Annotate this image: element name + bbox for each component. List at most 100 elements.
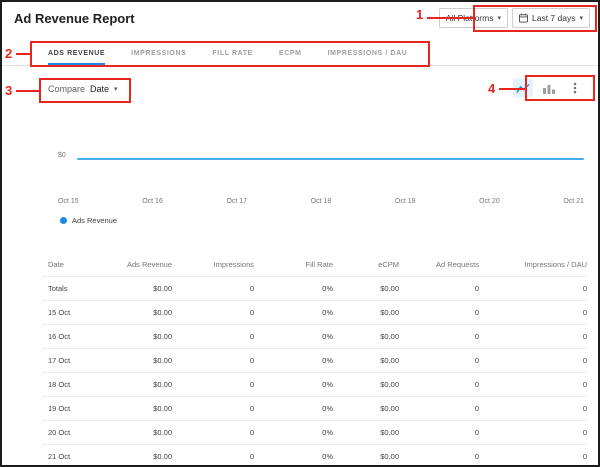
y-axis-tick-label: $0	[58, 152, 66, 159]
compare-dropdown[interactable]: Compare Date ▾	[48, 84, 118, 94]
cell-value: 0	[479, 277, 587, 301]
cell-value: 0	[172, 421, 254, 445]
chart-legend: Ads Revenue	[60, 216, 117, 225]
table-row: 21 Oct$0.0000%$0.0000	[42, 445, 587, 467]
x-tick-label: Oct 17	[226, 198, 247, 205]
cell-value: 0	[479, 373, 587, 397]
tab-impressions-dau[interactable]: IMPRESSIONS / DAU	[328, 42, 408, 65]
chevron-down-icon: ▾	[114, 86, 118, 93]
metrics-table: Date Ads Revenue Impressions Fill Rate e…	[42, 254, 587, 467]
tab-impressions[interactable]: IMPRESSIONS	[131, 42, 186, 65]
cell-value: 0	[172, 301, 254, 325]
cell-value: $0.00	[333, 301, 399, 325]
x-axis-labels: Oct 15 Oct 16 Oct 17 Oct 18 Oct 19 Oct 2…	[58, 198, 584, 205]
annotation-2-label: 2	[5, 47, 12, 60]
more-options-icon	[573, 82, 577, 94]
cell-date: Totals	[42, 277, 102, 301]
table-row: 19 Oct$0.0000%$0.0000	[42, 397, 587, 421]
cell-value: 0%	[254, 349, 333, 373]
more-options-button[interactable]	[565, 79, 585, 97]
legend-label: Ads Revenue	[72, 216, 117, 225]
x-tick-label: Oct 19	[395, 198, 416, 205]
calendar-icon	[519, 13, 528, 23]
cell-value: 0	[172, 373, 254, 397]
cell-value: $0.00	[102, 445, 172, 467]
cell-value: $0.00	[102, 349, 172, 373]
cell-value: 0%	[254, 445, 333, 467]
chevron-down-icon: ▾	[497, 15, 501, 22]
cell-date: 15 Oct	[42, 301, 102, 325]
compare-label: Compare	[48, 84, 85, 94]
table-row: 18 Oct$0.0000%$0.0000	[42, 373, 587, 397]
date-range-value: Last 7 days	[532, 13, 575, 23]
ads-revenue-series-line	[77, 158, 584, 160]
cell-date: 20 Oct	[42, 421, 102, 445]
cell-value: $0.00	[102, 277, 172, 301]
annotation-3-line	[16, 90, 39, 92]
cell-value: 0	[172, 397, 254, 421]
tab-ecpm[interactable]: ECPM	[279, 42, 302, 65]
cell-value: $0.00	[333, 421, 399, 445]
table-row: 20 Oct$0.0000%$0.0000	[42, 421, 587, 445]
cell-value: 0%	[254, 373, 333, 397]
cell-value: $0.00	[102, 301, 172, 325]
cell-value: 0	[479, 301, 587, 325]
column-header-ecpm: eCPM	[333, 254, 399, 277]
cell-value: $0.00	[333, 325, 399, 349]
ads-revenue-chart: $0 Oct 15 Oct 16 Oct 17 Oct 18 Oct 19 Oc…	[2, 106, 598, 241]
column-header-ad-requests: Ad Requests	[399, 254, 479, 277]
cell-value: 0%	[254, 421, 333, 445]
tab-ads-revenue[interactable]: ADS REVENUE	[48, 42, 105, 65]
annotation-4-line	[499, 88, 525, 90]
cell-value: 0	[172, 349, 254, 373]
x-tick-label: Oct 15	[58, 198, 79, 205]
table-row: 17 Oct$0.0000%$0.0000	[42, 349, 587, 373]
cell-value: $0.00	[102, 325, 172, 349]
cell-date: 16 Oct	[42, 325, 102, 349]
column-header-impressions-dau: Impressions / DAU	[479, 254, 587, 277]
column-header-fill-rate: Fill Rate	[254, 254, 333, 277]
cell-value: $0.00	[102, 421, 172, 445]
table-body: Totals$0.0000%$0.000015 Oct$0.0000%$0.00…	[42, 277, 587, 467]
cell-value: 0%	[254, 301, 333, 325]
cell-value: 0	[172, 445, 254, 467]
compare-value: Date	[90, 84, 109, 94]
date-range-dropdown[interactable]: Last 7 days ▾	[512, 8, 590, 28]
annotation-1-label: 1	[416, 8, 423, 21]
column-header-impressions: Impressions	[172, 254, 254, 277]
bar-chart-toggle[interactable]	[539, 79, 559, 97]
cell-value: 0	[479, 349, 587, 373]
table-header-row: Date Ads Revenue Impressions Fill Rate e…	[42, 254, 587, 277]
cell-date: 19 Oct	[42, 397, 102, 421]
cell-value: $0.00	[333, 373, 399, 397]
annotation-2-line	[16, 53, 30, 55]
column-header-ads-revenue: Ads Revenue	[102, 254, 172, 277]
bar-chart-icon	[543, 83, 555, 94]
report-tabbar: ADS REVENUE IMPRESSIONS FILL RATE ECPM I…	[2, 42, 598, 66]
table-row: Totals$0.0000%$0.0000	[42, 277, 587, 301]
cell-value: $0.00	[333, 397, 399, 421]
x-tick-label: Oct 18	[311, 198, 332, 205]
annotation-4-label: 4	[488, 82, 495, 95]
cell-value: 0	[479, 397, 587, 421]
cell-date: 21 Oct	[42, 445, 102, 467]
cell-value: 0	[479, 325, 587, 349]
annotation-1-line	[427, 17, 473, 19]
cell-value: $0.00	[333, 277, 399, 301]
tab-fill-rate[interactable]: FILL RATE	[212, 42, 253, 65]
legend-dot-icon	[60, 217, 67, 224]
cell-value: 0%	[254, 325, 333, 349]
cell-value: 0	[172, 277, 254, 301]
cell-date: 18 Oct	[42, 373, 102, 397]
chevron-down-icon: ▾	[579, 15, 583, 22]
x-tick-label: Oct 16	[142, 198, 163, 205]
cell-value: 0	[172, 325, 254, 349]
cell-value: 0%	[254, 277, 333, 301]
column-header-date: Date	[42, 254, 102, 277]
cell-value: 0	[399, 277, 479, 301]
x-tick-label: Oct 21	[563, 198, 584, 205]
cell-value: 0	[399, 445, 479, 467]
cell-value: $0.00	[333, 349, 399, 373]
cell-value: 0	[399, 301, 479, 325]
page-title: Ad Revenue Report	[14, 11, 135, 26]
